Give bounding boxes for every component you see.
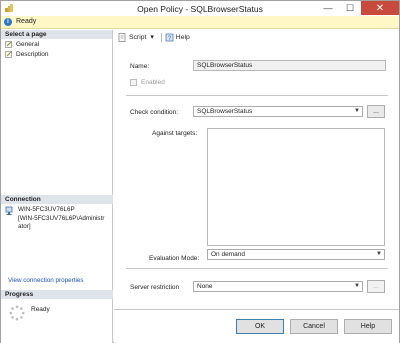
page-item-label: Description — [16, 50, 49, 58]
script-icon — [118, 32, 126, 42]
chevron-down-icon: ▼ — [354, 108, 360, 114]
name-field[interactable]: SQLBrowserStatus — [193, 60, 386, 71]
server-connection-icon — [5, 206, 13, 215]
view-connection-properties-link[interactable]: View connection properties — [8, 277, 84, 284]
script-button[interactable]: Script — [118, 32, 147, 42]
minimize-button[interactable]: — — [317, 1, 339, 15]
close-button[interactable]: ✕ — [361, 1, 399, 15]
help-toolbar-label: Help — [175, 33, 190, 41]
name-label: Name: — [130, 63, 150, 70]
connection-header: Connection — [1, 195, 113, 204]
server-restriction-value: None — [197, 283, 213, 290]
connection-user-cont: ator] — [18, 223, 31, 230]
divider — [126, 268, 388, 269]
script-dropdown-arrow[interactable]: ▾ — [150, 33, 153, 41]
against-targets-label: Against targets: — [152, 130, 198, 137]
enabled-label: Enabled — [141, 79, 165, 86]
connection-server: WIN-5FC3UV76L6P — [18, 206, 75, 213]
help-button[interactable]: Help — [344, 319, 392, 334]
divider — [126, 95, 388, 96]
evaluation-mode-combo[interactable]: On demand ▼ — [207, 249, 385, 260]
status-text: Ready — [16, 18, 37, 25]
help-book-icon: ? — [165, 33, 174, 42]
server-restriction-label: Server restriction — [130, 284, 180, 291]
maximize-button[interactable]: ☐ — [339, 1, 361, 15]
progress-spinner-icon — [9, 305, 25, 321]
page-wrench-icon — [5, 50, 12, 58]
server-restriction-browse-button[interactable]: ... — [367, 280, 385, 293]
info-icon: i — [4, 18, 12, 26]
dialog-footer: OK Cancel Help — [114, 309, 399, 343]
check-condition-browse-button[interactable]: ... — [367, 105, 385, 118]
select-page-header: Select a page — [1, 30, 112, 39]
chevron-down-icon: ▼ — [354, 283, 360, 289]
check-condition-value: SQLBrowserStatus — [197, 108, 253, 115]
page-item-label: General — [16, 40, 40, 48]
page-wrench-icon — [5, 40, 12, 48]
left-pane: Select a page General Description Connec… — [1, 30, 113, 343]
toolbar-separator — [160, 32, 162, 42]
progress-section: Progress Ready — [1, 290, 113, 329]
page-item-description[interactable]: Description — [1, 49, 112, 59]
progress-header: Progress — [1, 290, 113, 299]
page-item-general[interactable]: General — [1, 39, 112, 49]
chevron-down-icon: ▼ — [376, 251, 382, 257]
evaluation-mode-label: Evaluation Mode: — [149, 255, 200, 262]
check-condition-label: Check condition: — [130, 109, 179, 116]
evaluation-mode-value: On demand — [211, 251, 245, 258]
toolbar: Script ▾ ? Help — [114, 30, 399, 44]
connection-section: Connection WIN-5FC3UV76L6P [WIN-5FC3UV76… — [1, 195, 113, 284]
cancel-button[interactable]: Cancel — [290, 319, 338, 334]
connection-user: [WIN-5FC3UV76L6P\Administr — [18, 214, 105, 222]
title-bar: Open Policy - SQLBrowserStatus — ☐ ✕ — [1, 1, 399, 16]
open-policy-dialog: Open Policy - SQLBrowserStatus — ☐ ✕ i R… — [0, 0, 400, 343]
enabled-checkbox[interactable] — [130, 79, 137, 86]
server-restriction-combo[interactable]: None ▼ — [193, 281, 363, 292]
status-bar: i Ready — [1, 16, 399, 29]
check-condition-combo[interactable]: SQLBrowserStatus ▼ — [193, 106, 363, 117]
script-label: Script — [129, 33, 147, 41]
ok-button[interactable]: OK — [236, 319, 284, 334]
help-toolbar-button[interactable]: ? Help — [165, 33, 190, 42]
against-targets-box[interactable] — [207, 128, 385, 246]
progress-status: Ready — [31, 306, 50, 313]
